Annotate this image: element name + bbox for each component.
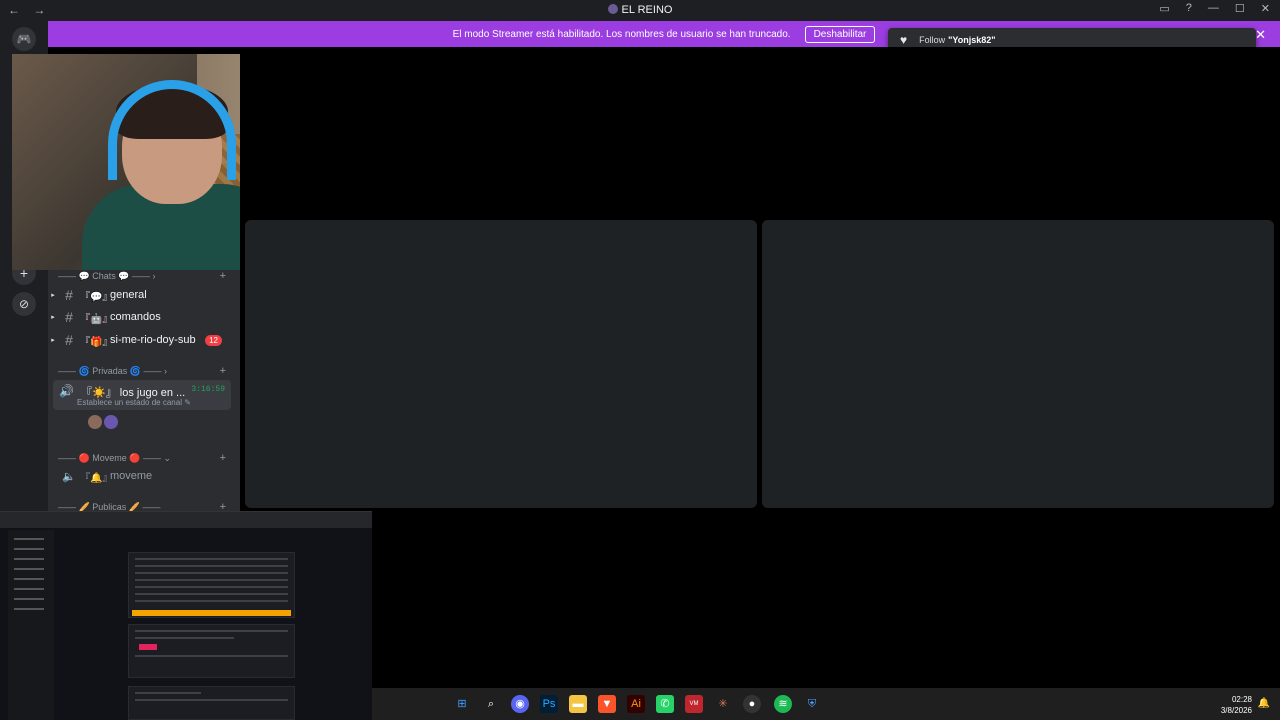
window-title: EL REINO [0, 4, 1280, 16]
voice-participants [88, 415, 118, 429]
browser-tab-bar [0, 512, 372, 528]
explore-icon[interactable]: ⊘ [12, 292, 36, 316]
channel-list: —— 💬 Chats 💬 —— › + ▸ # 『💬』 general ▸ # … [48, 270, 240, 513]
speaker-muted-icon: 🔈 [62, 470, 76, 483]
whatsapp-app-icon[interactable]: ✆ [656, 695, 674, 713]
banner-text: El modo Streamer está habilitado. Los no… [452, 28, 791, 40]
thumbnail-panel [128, 624, 295, 678]
help-icon[interactable]: ? [1186, 2, 1192, 15]
photoshop-app-icon[interactable]: Ps [540, 695, 558, 713]
channel-emoji: 『💬』 [80, 291, 113, 303]
add-channel-icon[interactable]: + [220, 365, 226, 377]
streamer [82, 74, 282, 270]
server-icon [607, 4, 618, 14]
speaker-icon: 🔊 [59, 384, 74, 398]
window-controls: ▭ ? — ☐ ✕ [1159, 2, 1270, 15]
close-notification-icon[interactable]: ✕ [1255, 27, 1266, 43]
voice-channel-active[interactable]: 🔊 『☀️』 los jugo en ... 3:16:59 Establece… [53, 380, 231, 410]
channel-emoji: 『🔔』 [80, 472, 113, 484]
channel-emoji: 『🤖』 [80, 313, 113, 325]
add-channel-icon[interactable]: + [220, 270, 226, 282]
search-icon[interactable]: ⌕ [482, 695, 500, 713]
clock-time: 02:28 [1231, 695, 1252, 704]
category-chats[interactable]: —— 💬 Chats 💬 —— › [58, 271, 155, 282]
system-clock[interactable]: 02:28 3/8/2026 [1221, 694, 1252, 716]
taskbar: ⊞ ⌕ ◉ Ps ▬ ▼ Ai ✆ VM ✳ ● ≋ ⛨ 02:28 3/8/2… [372, 688, 1280, 720]
minimize-button[interactable]: — [1208, 2, 1219, 15]
unread-badge: 12 [205, 334, 222, 346]
channel-arrow-icon: ▸ [51, 314, 55, 321]
screen-capture-thumbnail [0, 511, 372, 720]
claude-app-icon[interactable]: ✳ [714, 695, 732, 713]
category-moveme[interactable]: —— 🔴 Moveme 🔴 —— ⌄ [58, 453, 171, 464]
avatar[interactable] [88, 415, 102, 429]
stream-tile[interactable] [762, 220, 1274, 508]
channel-name: moveme [110, 470, 153, 482]
discord-home-icon[interactable]: 🎮 [12, 27, 36, 51]
stream-tile[interactable] [245, 220, 757, 508]
maximize-button[interactable]: ☐ [1235, 2, 1245, 15]
channel-general[interactable]: ▸ # 『💬』 general [48, 285, 232, 305]
inbox-icon[interactable]: ▭ [1159, 2, 1169, 15]
notification-bell-icon[interactable]: 🔔 [1258, 698, 1270, 709]
thumbnail-panel [128, 686, 295, 720]
discord-app-icon[interactable]: ◉ [511, 695, 529, 713]
file-explorer-icon[interactable]: ▬ [569, 695, 587, 713]
notification-prefix: Follow [919, 35, 946, 45]
thumbnail-orange-button [132, 610, 291, 616]
add-channel-icon[interactable]: + [220, 452, 226, 464]
voice-stage [240, 47, 1280, 511]
thumbnail-sidebar [8, 530, 54, 720]
channel-name: si-me-rio-doy-sub [110, 334, 196, 346]
spotify-app-icon[interactable]: ≋ [774, 695, 792, 713]
brave-app-icon[interactable]: ▼ [598, 695, 616, 713]
disable-streamer-button[interactable]: Deshabilitar [804, 25, 876, 43]
voice-duration: 3:16:59 [191, 385, 225, 394]
channel-moveme[interactable]: 🔈 『🔔』 moveme [48, 466, 232, 486]
avatar[interactable] [104, 415, 118, 429]
channel-arrow-icon: ▸ [51, 337, 55, 344]
vpn-shield-icon[interactable]: ⛨ [803, 695, 821, 713]
hash-icon: # [65, 287, 73, 303]
hash-icon: # [65, 332, 73, 348]
channel-comandos[interactable]: ▸ # 『🤖』 comandos [48, 307, 232, 327]
channel-name: comandos [110, 311, 161, 323]
category-privadas[interactable]: —— 🌀 Privadas 🌀 —— › [58, 366, 167, 377]
title-bar: ← → EL REINO ▭ ? — ☐ ✕ [0, 0, 1280, 21]
channel-name: general [110, 289, 147, 301]
clock-date: 3/8/2026 [1220, 706, 1252, 715]
obs-app-icon[interactable]: ● [743, 695, 761, 713]
channel-status[interactable]: Establece un estado de canal ✎ [77, 398, 191, 407]
illustrator-app-icon[interactable]: Ai [627, 695, 645, 713]
channel-emoji: 『🎁』 [80, 336, 113, 348]
thumbnail-pink-button [139, 644, 157, 650]
close-window-button[interactable]: ✕ [1261, 2, 1270, 15]
channel-si-me-rio-doy-sub[interactable]: ▸ # 『🎁』 si-me-rio-doy-sub 12 [48, 330, 232, 350]
windows-start-icon[interactable]: ⊞ [453, 695, 471, 713]
channel-arrow-icon: ▸ [51, 292, 55, 299]
notification-user: "Yonjsk82" [948, 35, 996, 45]
voicemeeter-app-icon[interactable]: VM [685, 695, 703, 713]
heart-icon: ♥ [900, 33, 908, 47]
hash-icon: # [65, 309, 73, 325]
window-title-text: EL REINO [621, 4, 673, 16]
